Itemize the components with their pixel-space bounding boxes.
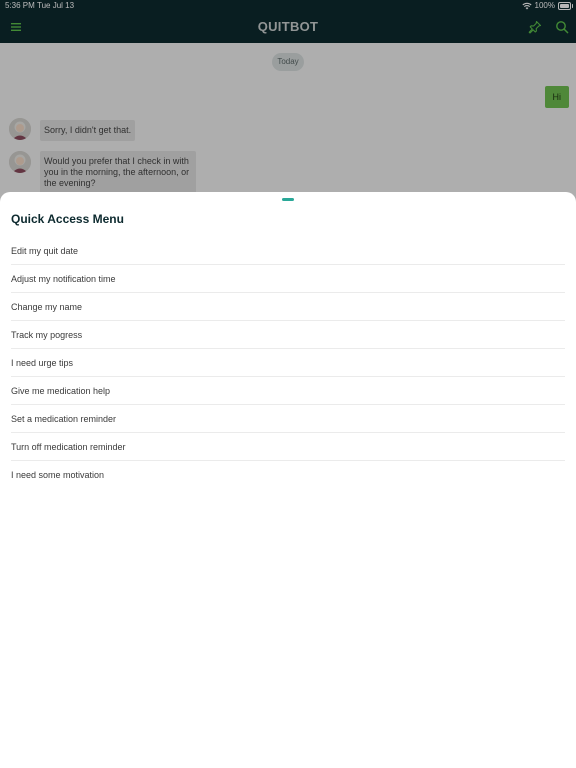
menu-item-set-medication-reminder[interactable]: Set a medication reminder [11,405,565,433]
quick-access-menu: Edit my quit date Adjust my notification… [0,237,576,489]
menu-item-edit-quit-date[interactable]: Edit my quit date [11,237,565,265]
menu-item-motivation[interactable]: I need some motivation [11,461,565,489]
quick-access-sheet: Quick Access Menu Edit my quit date Adju… [0,192,576,768]
sheet-grabber-handle[interactable] [282,198,294,201]
sheet-title: Quick Access Menu [11,212,124,226]
menu-item-change-name[interactable]: Change my name [11,293,565,321]
menu-item-adjust-notification-time[interactable]: Adjust my notification time [11,265,565,293]
menu-item-turn-off-medication-reminder[interactable]: Turn off medication reminder [11,433,565,461]
menu-item-track-progress[interactable]: Track my pogress [11,321,565,349]
menu-item-urge-tips[interactable]: I need urge tips [11,349,565,377]
menu-item-medication-help[interactable]: Give me medication help [11,377,565,405]
